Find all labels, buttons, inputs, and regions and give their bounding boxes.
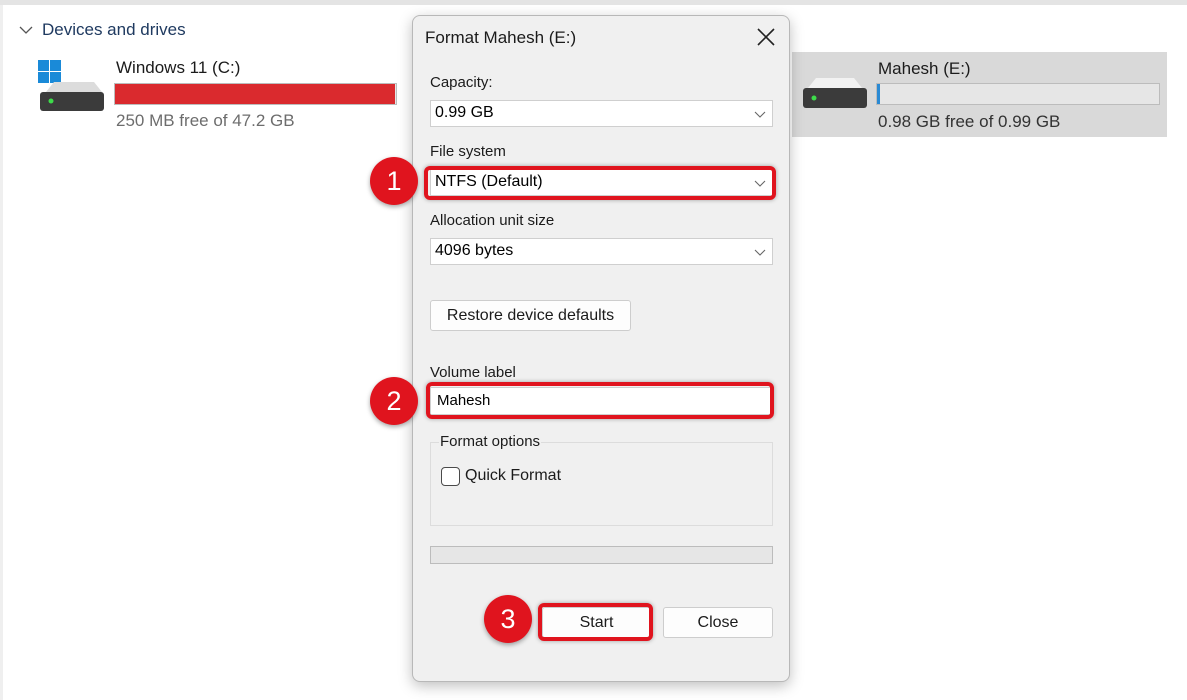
allocation-unit-label: Allocation unit size [430, 212, 555, 229]
drive-icon [803, 78, 867, 108]
chevron-down-icon [754, 180, 766, 187]
allocation-unit-select[interactable]: 4096 bytes [430, 238, 773, 265]
windows-drive-icon [38, 60, 104, 111]
step-badge-3: 3 [484, 595, 532, 643]
chevron-down-icon [19, 26, 33, 34]
format-dialog: Format Mahesh (E:) Capacity: 0.99 GB Fil… [412, 15, 790, 682]
devices-and-drives-header[interactable]: Devices and drives [18, 20, 186, 40]
volume-label-label: Volume label [430, 364, 516, 381]
restore-defaults-button[interactable]: Restore device defaults [430, 300, 631, 331]
left-divider [0, 5, 3, 700]
drive-name: Mahesh (E:) [878, 59, 971, 78]
capacity-value: 0.99 GB [435, 104, 494, 121]
drive-usage-bar [876, 83, 1160, 105]
drive-item-c[interactable]: Windows 11 (C:) 250 MB free of 47.2 GB [36, 58, 406, 138]
section-title: Devices and drives [42, 20, 186, 39]
top-divider [0, 0, 1187, 5]
volume-label-input[interactable]: Mahesh [430, 387, 773, 415]
drive-item-e[interactable]: Mahesh (E:) 0.98 GB free of 0.99 GB [792, 52, 1167, 137]
file-explorer-window: Devices and drives Windows 11 (C:) 250 M… [0, 0, 1187, 700]
close-button[interactable]: Close [663, 607, 773, 638]
file-system-value: NTFS (Default) [435, 173, 543, 190]
step-badge-2: 2 [370, 377, 418, 425]
format-progress-bar [430, 546, 773, 564]
quick-format-checkbox[interactable] [441, 467, 460, 486]
drive-name: Windows 11 (C:) [116, 58, 241, 77]
file-system-label: File system [430, 143, 506, 160]
allocation-unit-value: 4096 bytes [435, 242, 514, 259]
step-badge-1: 1 [370, 157, 418, 205]
capacity-label: Capacity: [430, 74, 493, 91]
capacity-select[interactable]: 0.99 GB [430, 100, 773, 127]
drive-free-space: 0.98 GB free of 0.99 GB [878, 112, 1061, 131]
dialog-title: Format Mahesh (E:) [425, 28, 577, 47]
drive-free-space: 250 MB free of 47.2 GB [116, 111, 295, 130]
start-button[interactable]: Start [542, 607, 651, 638]
drive-usage-bar [114, 83, 397, 105]
chevron-down-icon [754, 249, 766, 256]
close-icon[interactable] [755, 26, 777, 48]
drive-usage-fill [115, 84, 395, 104]
chevron-down-icon [754, 111, 766, 118]
drive-usage-fill [877, 84, 880, 104]
file-system-select[interactable]: NTFS (Default) [430, 169, 773, 196]
quick-format-label[interactable]: Quick Format [465, 467, 561, 485]
format-options-group: Format options Quick Format [430, 433, 773, 526]
format-options-label: Format options [439, 433, 542, 450]
